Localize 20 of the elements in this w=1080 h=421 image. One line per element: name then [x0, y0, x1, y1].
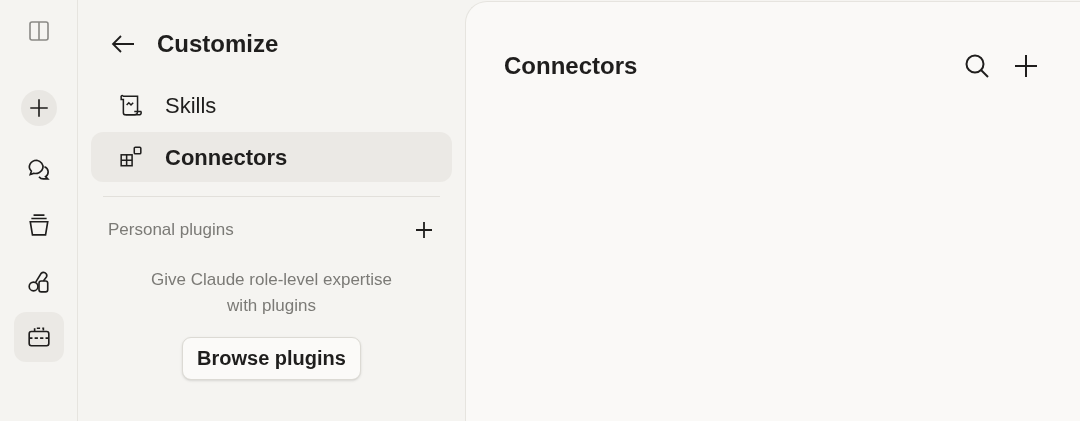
- sidebar-toggle-icon[interactable]: [27, 20, 50, 42]
- chat-bubbles-icon: [26, 157, 51, 181]
- nav-item[interactable]: Skills: [91, 80, 452, 130]
- stack-icon: [26, 213, 51, 237]
- add-icon[interactable]: [415, 220, 433, 239]
- back-arrow-icon[interactable]: [111, 35, 135, 53]
- briefcase-button[interactable]: [13, 312, 64, 362]
- page-title: Connectors: [504, 51, 638, 81]
- add-icon[interactable]: [1014, 54, 1038, 78]
- nav-item[interactable]: Connectors: [91, 132, 452, 182]
- plus-button[interactable]: [20, 90, 57, 126]
- panel-title: Customize: [157, 29, 279, 59]
- section-title: Personal plugins: [108, 219, 234, 241]
- search-icon[interactable]: [964, 53, 990, 79]
- shapes-icon: [26, 269, 51, 293]
- scroll-icon: [119, 93, 143, 117]
- empty-state-text: Give Claude role-level expertise with plugins: [150, 268, 393, 317]
- briefcase-icon: [26, 325, 51, 349]
- blocks-icon: [119, 145, 143, 169]
- browse-plugins-button[interactable]: Browse plugins: [182, 336, 361, 380]
